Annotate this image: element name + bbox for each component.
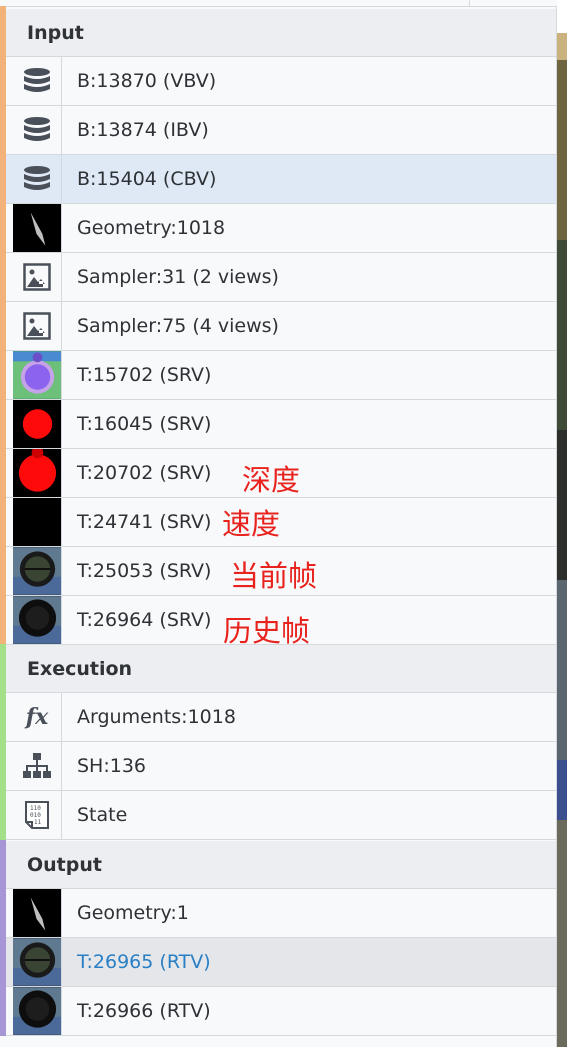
binary-file-icon: 110 010 11 xyxy=(13,791,62,839)
database-icon xyxy=(13,57,62,105)
section-header-execution[interactable]: Execution xyxy=(6,645,556,693)
list-item[interactable]: Geometry:1018 xyxy=(6,204,556,253)
row-label: B:15404 (CBV) xyxy=(77,168,217,190)
top-toolbar-strip xyxy=(6,0,557,7)
list-item-selected[interactable]: B:15404 (CBV) xyxy=(6,155,556,204)
row-label: SH:136 xyxy=(77,755,147,777)
texture-thumbnail-scope xyxy=(13,547,62,595)
row-label: Geometry:1018 xyxy=(77,217,226,239)
row-label: T:15702 (SRV) xyxy=(77,364,212,386)
sampler-image-icon xyxy=(13,253,62,301)
row-label: Sampler:75 (4 views) xyxy=(77,315,279,337)
row-label: T:26964 (SRV) xyxy=(77,609,212,631)
texture-thumbnail-scope xyxy=(13,596,62,644)
row-label: Arguments:1018 xyxy=(77,706,236,728)
database-icon xyxy=(13,106,62,154)
hierarchy-icon xyxy=(13,742,62,790)
list-item[interactable]: fx Arguments:1018 xyxy=(6,693,556,742)
list-item[interactable]: 110 010 11 State xyxy=(6,791,556,840)
texture-thumbnail-scope xyxy=(13,938,62,986)
row-label: T:20702 (SRV) xyxy=(77,462,212,484)
geometry-thumbnail xyxy=(13,889,62,937)
database-icon xyxy=(13,155,62,203)
row-label: Geometry:1 xyxy=(77,902,189,924)
annotation-velocity: 速度 xyxy=(222,507,281,541)
svg-text:110: 110 xyxy=(30,805,41,812)
row-label: T:24741 (SRV) xyxy=(77,511,212,533)
texture-thumbnail-red-circle xyxy=(13,449,62,497)
toolbar-divider xyxy=(469,0,470,6)
list-item-hovered[interactable]: T:26965 (RTV) xyxy=(6,938,556,987)
texture-thumbnail-black xyxy=(13,498,62,546)
list-item[interactable]: SH:136 xyxy=(6,742,556,791)
annotation-current-frame: 当前帧 xyxy=(230,559,318,593)
list-item[interactable]: T:15702 (SRV) xyxy=(6,351,556,400)
list-item[interactable]: T:24741 (SRV) xyxy=(6,498,556,547)
row-label: B:13874 (IBV) xyxy=(77,119,209,141)
function-icon: fx xyxy=(13,693,62,741)
row-label: B:13870 (VBV) xyxy=(77,70,217,92)
list-item[interactable]: T:26966 (RTV) xyxy=(6,987,556,1036)
row-label: Sampler:31 (2 views) xyxy=(77,266,279,288)
svg-text:11: 11 xyxy=(34,819,42,826)
texture-thumbnail-purple-circle xyxy=(13,351,62,399)
svg-text:010: 010 xyxy=(30,812,41,819)
texture-thumbnail-scope xyxy=(13,987,62,1035)
list-item[interactable]: Sampler:31 (2 views) xyxy=(6,253,556,302)
annotation-depth: 深度 xyxy=(242,463,301,497)
section-header-output[interactable]: Output xyxy=(6,841,556,889)
row-label: T:25053 (SRV) xyxy=(77,560,212,582)
list-item[interactable]: B:13870 (VBV) xyxy=(6,57,556,106)
row-label-link[interactable]: T:26965 (RTV) xyxy=(77,938,211,986)
sampler-image-icon xyxy=(13,302,62,350)
row-label: State xyxy=(77,804,128,826)
list-item[interactable]: T:16045 (SRV) xyxy=(6,400,556,449)
list-item[interactable]: Sampler:75 (4 views) xyxy=(6,302,556,351)
list-item[interactable]: Geometry:1 xyxy=(6,889,556,938)
geometry-thumbnail xyxy=(13,204,62,252)
resource-list-panel: Input B:13870 (VBV) B:13874 (IBV) B:1540… xyxy=(0,0,557,1047)
list-item[interactable]: B:13874 (IBV) xyxy=(6,106,556,155)
section-header-input[interactable]: Input xyxy=(6,9,556,57)
scene-backdrop xyxy=(557,0,567,1047)
texture-thumbnail-red-circle xyxy=(13,400,62,448)
annotation-history-frame: 历史帧 xyxy=(223,614,311,648)
row-label: T:26966 (RTV) xyxy=(77,1000,211,1022)
row-label: T:16045 (SRV) xyxy=(77,413,212,435)
